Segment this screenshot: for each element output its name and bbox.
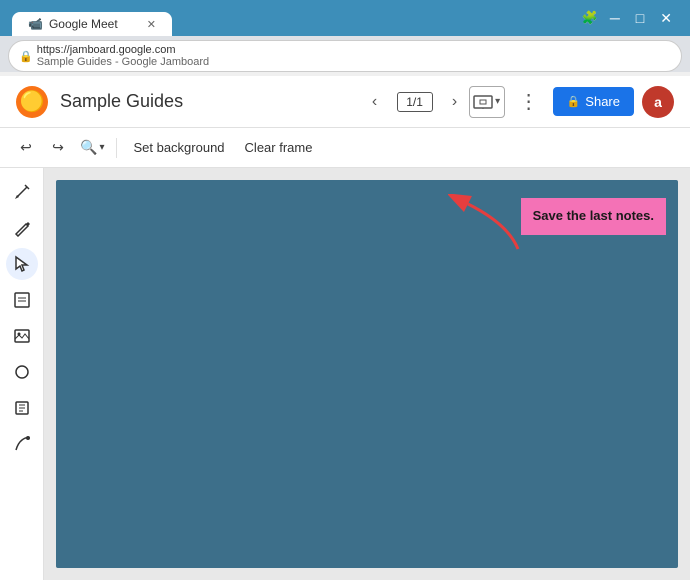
zoom-dropdown-icon: ▾ <box>99 142 104 153</box>
address-bar-area: 🔒 https://jamboard.google.com Sample Gui… <box>0 36 690 72</box>
extension-icon[interactable]: 🧩 <box>580 8 600 28</box>
close-button[interactable]: ✕ <box>654 10 678 27</box>
url-subtitle: Sample Guides - Google Jamboard <box>37 56 671 68</box>
zoom-button[interactable]: 🔍 ▾ <box>76 134 108 162</box>
main-content: Save the last notes. <box>0 168 690 580</box>
maximize-button[interactable]: □ <box>630 10 650 26</box>
logo-icon: 🟡 <box>20 89 45 114</box>
url-text: https://jamboard.google.com <box>37 44 671 56</box>
share-label: Share <box>585 94 620 109</box>
set-background-button[interactable]: Set background <box>125 136 232 159</box>
address-bar[interactable]: https://jamboard.google.com Sample Guide… <box>37 44 671 68</box>
laser-tool-button[interactable] <box>6 428 38 460</box>
sticky-note-text: Save the last notes. <box>533 208 654 223</box>
undo-button[interactable]: ↩ <box>12 134 40 162</box>
user-avatar[interactable]: a <box>642 86 674 118</box>
sticky-note: Save the last notes. <box>521 198 666 235</box>
redo-icon: ↪ <box>52 139 64 156</box>
browser-tab[interactable]: 📹 Google Meet ✕ <box>12 12 172 36</box>
select-icon <box>13 255 31 273</box>
frame-count: 1/1 <box>406 95 423 109</box>
header-actions: ▾ ⋮ 🔒 Share a <box>469 86 674 118</box>
arrow-annotation <box>448 194 528 259</box>
shape-icon <box>13 363 31 381</box>
canvas[interactable]: Save the last notes. <box>56 180 678 568</box>
image-tool-button[interactable] <box>6 320 38 352</box>
tab-favicon: 📹 <box>28 17 43 31</box>
browser-tabs: 📹 Google Meet ✕ <box>12 0 172 36</box>
app-header: 🟡 Sample Guides ‹ 1/1 › ▾ ⋮ 🔒 Share a <box>0 76 690 128</box>
toolbar-separator-1 <box>116 138 117 158</box>
header-nav: ‹ 1/1 › <box>361 88 469 116</box>
tools-sidebar <box>0 168 44 580</box>
redo-button[interactable]: ↪ <box>44 134 72 162</box>
present-dropdown-icon: ▾ <box>495 96 500 107</box>
text-tool-button[interactable] <box>6 392 38 424</box>
tab-title: Google Meet <box>49 17 118 31</box>
zoom-icon: 🔍 <box>80 139 97 156</box>
laser-icon <box>13 435 31 453</box>
pen-icon <box>13 183 31 201</box>
share-button[interactable]: 🔒 Share <box>553 87 634 116</box>
present-icon <box>473 95 493 109</box>
app-title: Sample Guides <box>60 91 345 112</box>
frame-indicator: 1/1 <box>397 92 433 112</box>
marker-icon <box>13 219 31 237</box>
marker-tool-button[interactable] <box>6 212 38 244</box>
more-options-button[interactable]: ⋮ <box>513 86 545 118</box>
next-frame-button[interactable]: › <box>441 88 469 116</box>
undo-icon: ↩ <box>20 139 32 156</box>
app-logo: 🟡 <box>16 86 48 118</box>
text-icon <box>13 399 31 417</box>
share-lock-icon: 🔒 <box>567 95 581 108</box>
prev-frame-button[interactable]: ‹ <box>361 88 389 116</box>
image-icon <box>13 327 31 345</box>
shape-tool-button[interactable] <box>6 356 38 388</box>
sticky-note-tool-button[interactable] <box>6 284 38 316</box>
browser-titlebar: 📹 Google Meet ✕ 🧩 ─ □ ✕ <box>0 0 690 36</box>
select-tool-button[interactable] <box>6 248 38 280</box>
canvas-area: Save the last notes. <box>44 168 690 580</box>
lock-icon: 🔒 <box>19 50 33 63</box>
toolbar: ↩ ↪ 🔍 ▾ Set background Clear frame <box>0 128 690 168</box>
clear-frame-button[interactable]: Clear frame <box>237 136 321 159</box>
minimize-button[interactable]: ─ <box>604 10 626 26</box>
tab-close-icon[interactable]: ✕ <box>147 18 156 31</box>
pen-tool-button[interactable] <box>6 176 38 208</box>
annotation-arrow <box>448 194 528 254</box>
sticky-note-icon <box>13 291 31 309</box>
present-button[interactable]: ▾ <box>469 86 505 118</box>
